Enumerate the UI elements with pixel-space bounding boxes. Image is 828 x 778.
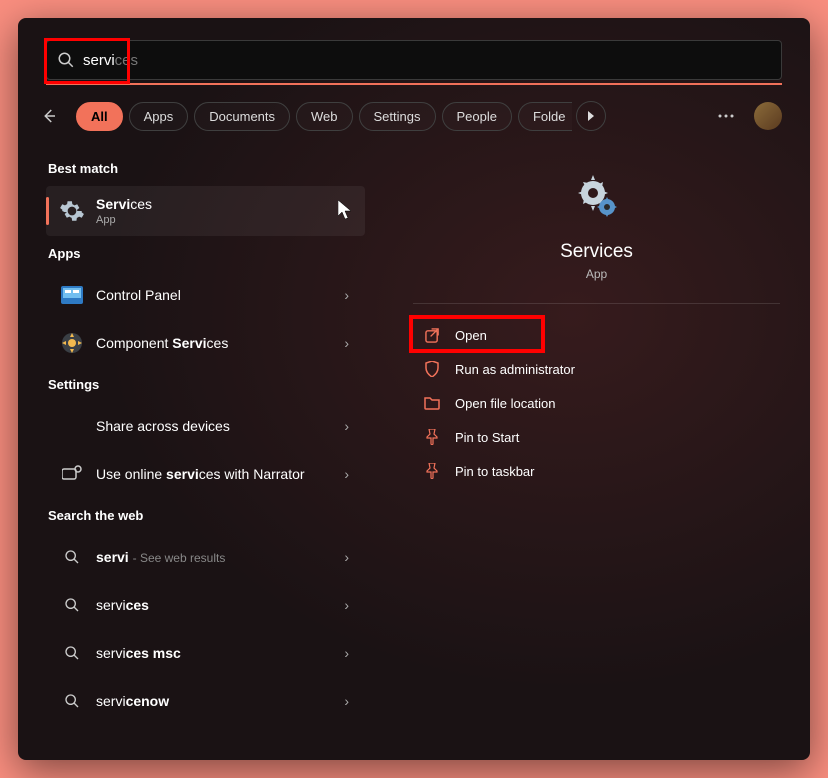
chevron-right-icon: › (340, 693, 353, 709)
action-label: Open file location (455, 396, 555, 411)
search-suggest-text: ces (115, 52, 138, 69)
search-icon (57, 51, 75, 69)
result-web-servi[interactable]: servi - See web results › (46, 533, 365, 581)
filter-web[interactable]: Web (296, 102, 353, 131)
result-control-panel[interactable]: Control Panel › (46, 271, 365, 319)
result-title: services msc (96, 645, 340, 661)
detail-pane: Services App Open Run as administrator O… (383, 147, 810, 760)
filter-people[interactable]: People (442, 102, 512, 131)
back-button[interactable] (32, 99, 66, 133)
section-web: Search the web (48, 508, 365, 523)
result-title: Control Panel (96, 287, 340, 303)
action-run-admin[interactable]: Run as administrator (413, 352, 780, 386)
action-label: Run as administrator (455, 362, 575, 377)
filter-more[interactable] (576, 101, 606, 131)
result-services-app[interactable]: Services App (46, 186, 365, 236)
folder-icon (423, 394, 441, 412)
user-avatar[interactable] (754, 102, 782, 130)
ellipsis-icon (718, 114, 734, 118)
control-panel-icon (58, 281, 86, 309)
result-title: services (96, 597, 340, 613)
filter-apps[interactable]: Apps (129, 102, 189, 131)
filter-row: All Apps Documents Web Settings People F… (18, 85, 810, 147)
result-title: Use online services with Narrator (96, 466, 340, 482)
action-label: Open (455, 328, 487, 343)
action-label: Pin to Start (455, 430, 519, 445)
result-component-services[interactable]: Component Services › (46, 319, 365, 367)
action-open[interactable]: Open (413, 318, 780, 352)
detail-title: Services (560, 241, 633, 263)
gear-icon (58, 197, 86, 225)
result-web-services[interactable]: services › (46, 581, 365, 629)
section-settings: Settings (48, 377, 365, 392)
pin-icon (423, 428, 441, 446)
action-pin-taskbar[interactable]: Pin to taskbar (413, 454, 780, 488)
filter-settings[interactable]: Settings (359, 102, 436, 131)
filter-documents[interactable]: Documents (194, 102, 290, 131)
result-title: servicenow (96, 693, 340, 709)
shield-icon (423, 360, 441, 378)
search-bar[interactable]: services (46, 40, 782, 80)
search-icon (58, 639, 86, 667)
chevron-right-icon: › (340, 335, 353, 351)
result-title: servi - See web results (96, 549, 340, 565)
start-search-window: services All Apps Documents Web Settings… (18, 18, 810, 760)
chevron-right-icon: › (340, 287, 353, 303)
services-app-icon (571, 171, 623, 223)
action-open-location[interactable]: Open file location (413, 386, 780, 420)
open-icon (423, 326, 441, 344)
search-icon (58, 687, 86, 715)
search-icon (58, 543, 86, 571)
chevron-right-icon (586, 111, 596, 121)
result-subtitle: App (96, 214, 353, 226)
more-options-button[interactable] (712, 102, 740, 130)
section-apps: Apps (48, 246, 365, 261)
chevron-right-icon: › (340, 418, 353, 434)
arrow-left-icon (40, 107, 58, 125)
narrator-icon (58, 460, 86, 488)
search-icon (58, 591, 86, 619)
chevron-right-icon: › (340, 466, 353, 482)
result-title: Component Services (96, 335, 340, 351)
results-pane: Best match Services App Apps Control Pan… (18, 147, 383, 760)
pin-icon (423, 462, 441, 480)
result-title: Services (96, 196, 353, 212)
detail-type: App (586, 267, 607, 281)
filter-all[interactable]: All (76, 102, 123, 131)
chevron-right-icon: › (340, 597, 353, 613)
section-best-match: Best match (48, 161, 365, 176)
component-services-icon (58, 329, 86, 357)
filter-folders[interactable]: Folde (518, 102, 572, 131)
result-web-servicenow[interactable]: servicenow › (46, 677, 365, 725)
search-input[interactable]: services (75, 52, 771, 69)
action-label: Pin to taskbar (455, 464, 535, 479)
divider (413, 303, 780, 304)
action-pin-start[interactable]: Pin to Start (413, 420, 780, 454)
result-web-services-msc[interactable]: services msc › (46, 629, 365, 677)
blank-icon (58, 412, 86, 440)
result-title: Share across devices (96, 418, 340, 434)
result-share-devices[interactable]: Share across devices › (46, 402, 365, 450)
chevron-right-icon: › (340, 549, 353, 565)
result-narrator-online[interactable]: Use online services with Narrator › (46, 450, 365, 498)
chevron-right-icon: › (340, 645, 353, 661)
search-typed-text: servi (83, 52, 115, 69)
